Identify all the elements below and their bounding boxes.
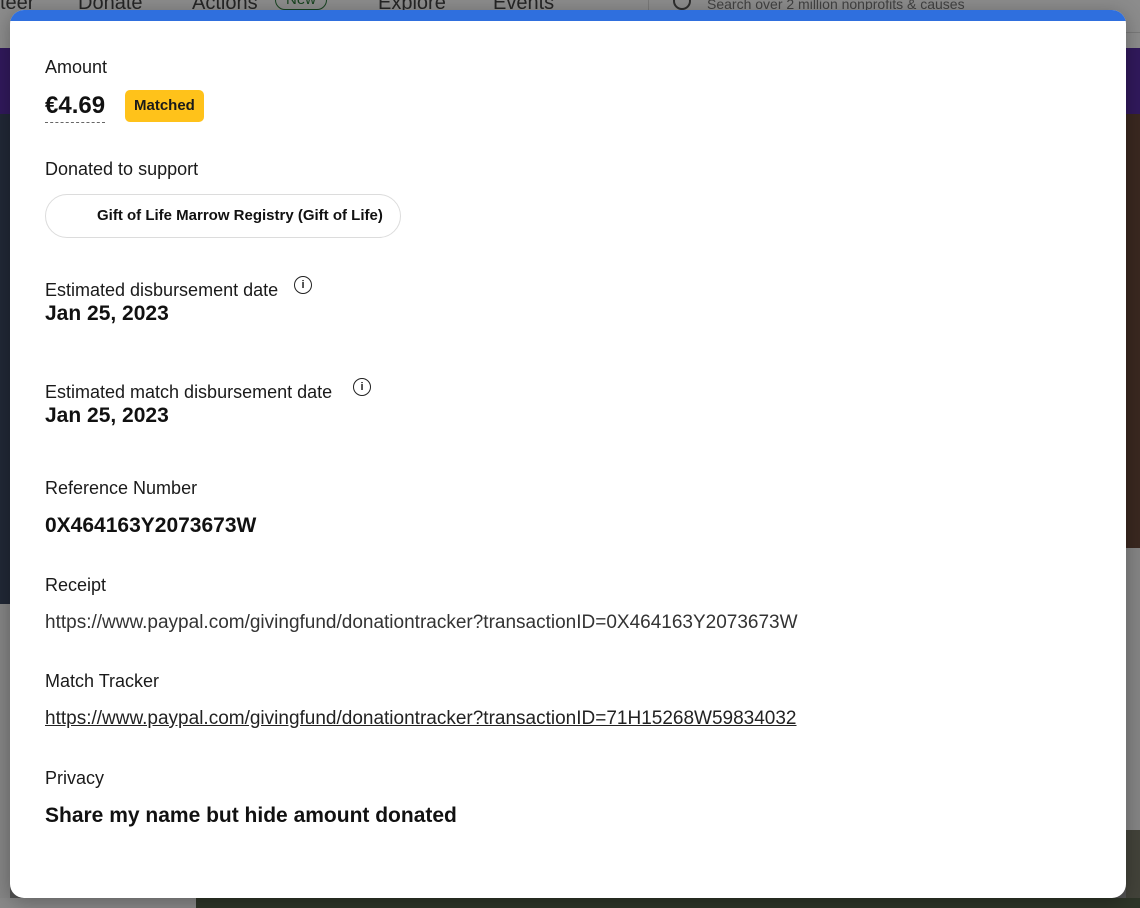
reference-label: Reference Number <box>45 478 198 498</box>
organization-chip[interactable]: Gift of Life Marrow Registry (Gift of Li… <box>45 194 401 238</box>
match-tracker-link[interactable]: https://www.paypal.com/givingfund/donati… <box>45 708 797 730</box>
info-icon[interactable]: i <box>353 378 371 396</box>
donated-to-label: Donated to support <box>45 159 199 179</box>
amount-label: Amount <box>45 57 108 77</box>
match-disbursement-label: Estimated match disbursement date <box>45 382 333 402</box>
organization-name: Gift of Life Marrow Registry (Gift of Li… <box>97 207 383 224</box>
modal-accent-bar <box>10 10 1126 21</box>
privacy-label: Privacy <box>45 768 105 788</box>
disbursement-label: Estimated disbursement date <box>45 280 279 300</box>
info-icon[interactable]: i <box>294 276 312 294</box>
amount-value: €4.69 <box>45 92 106 123</box>
receipt-label: Receipt <box>45 575 107 595</box>
matched-badge: Matched <box>125 90 204 122</box>
match-disbursement-date: Jan 25, 2023 <box>45 404 169 427</box>
receipt-link[interactable]: https://www.paypal.com/givingfund/donati… <box>45 612 798 634</box>
reference-number: 0X464163Y2073673W <box>45 514 257 537</box>
match-tracker-label: Match Tracker <box>45 671 160 691</box>
donation-details-modal: Amount €4.69 Matched Donated to support … <box>10 10 1126 898</box>
privacy-value: Share my name but hide amount donated <box>45 804 457 827</box>
disbursement-date: Jan 25, 2023 <box>45 302 169 325</box>
